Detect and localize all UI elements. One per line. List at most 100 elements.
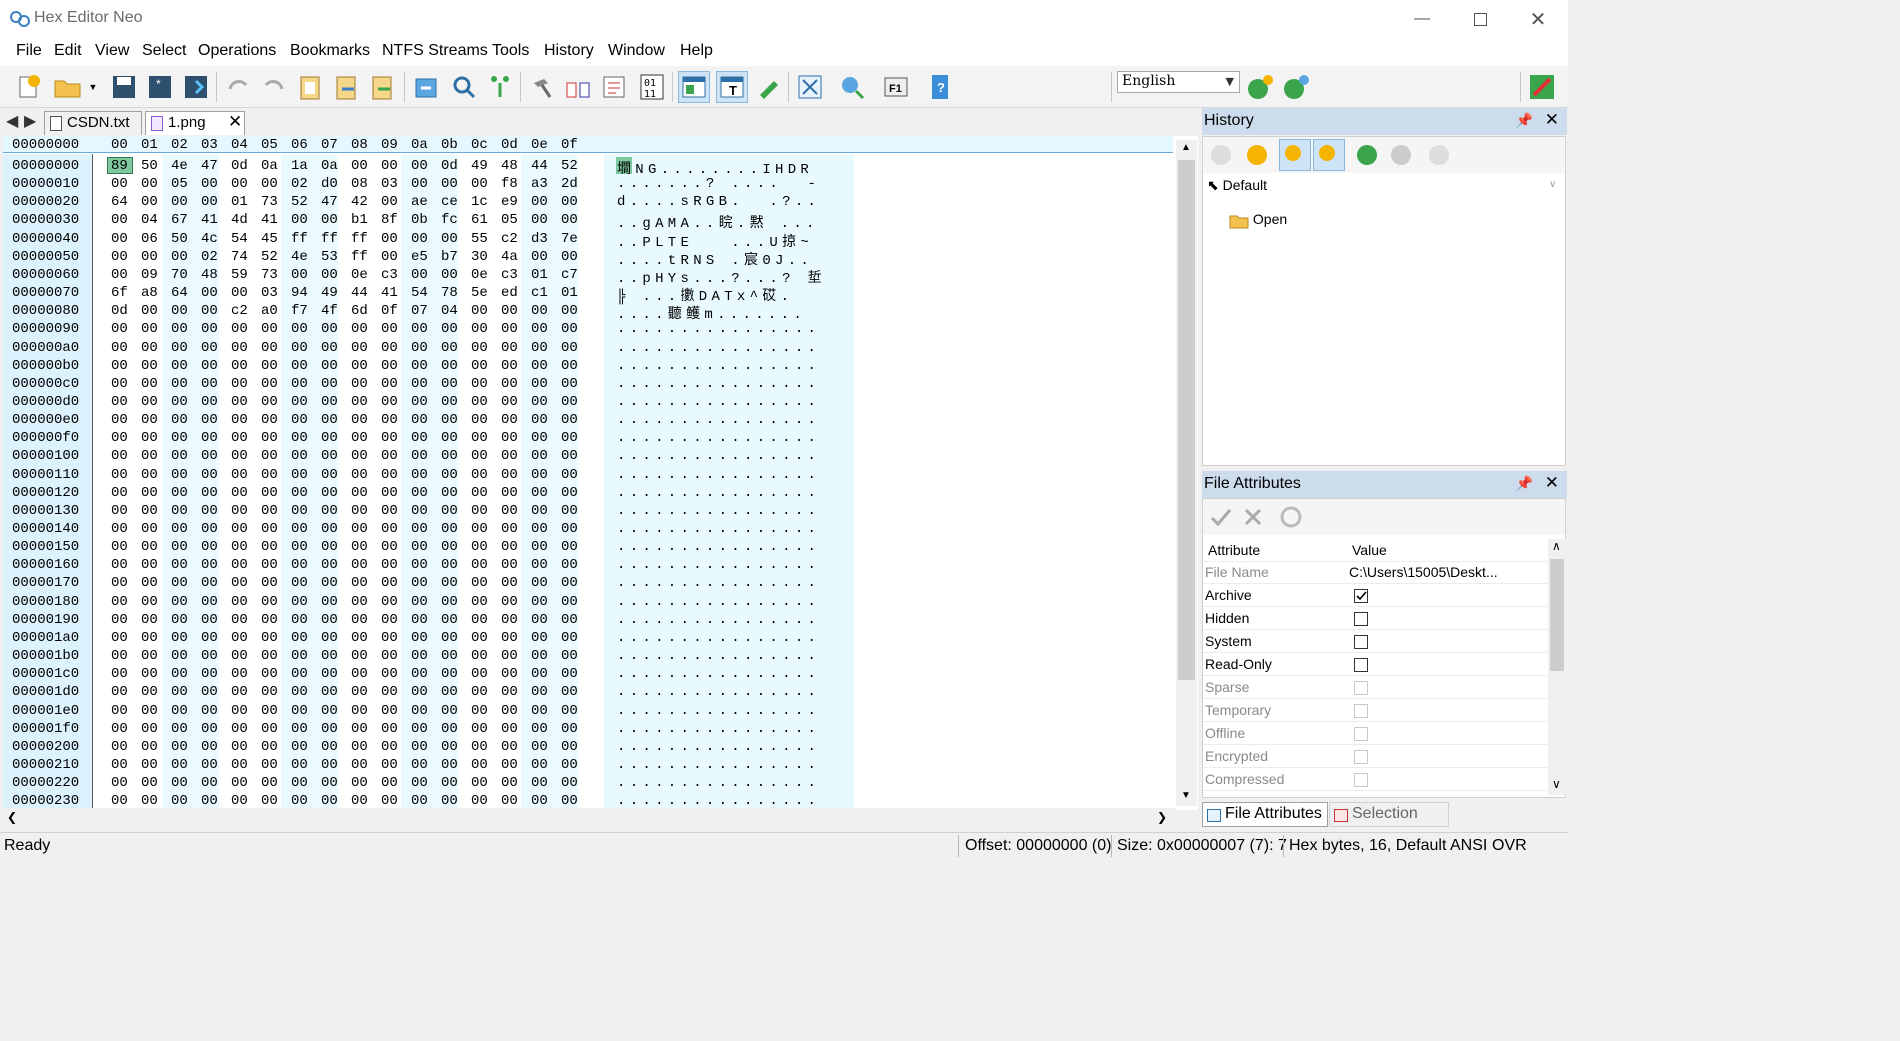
hex-byte[interactable]: 00 xyxy=(201,666,218,682)
hex-byte[interactable]: 00 xyxy=(351,503,368,519)
row-text[interactable]: ................ xyxy=(617,775,820,791)
hex-byte[interactable]: 00 xyxy=(441,703,458,719)
hex-view-toggle[interactable] xyxy=(678,71,710,103)
hex-byte[interactable]: 00 xyxy=(411,358,428,374)
hex-byte[interactable]: 00 xyxy=(261,793,278,809)
hex-byte[interactable]: 00 xyxy=(441,575,458,591)
scroll-up-icon[interactable]: ▲ xyxy=(1181,142,1191,153)
hex-byte[interactable]: 00 xyxy=(501,358,518,374)
hex-byte[interactable]: 00 xyxy=(471,557,488,573)
hex-byte[interactable]: 00 xyxy=(111,521,128,537)
hex-byte[interactable]: 00 xyxy=(321,321,338,337)
hex-byte[interactable]: 00 xyxy=(261,594,278,610)
hex-byte[interactable]: 55 xyxy=(471,231,488,247)
hex-byte[interactable]: 00 xyxy=(111,575,128,591)
hex-byte[interactable]: 00 xyxy=(441,430,458,446)
hex-byte[interactable]: 00 xyxy=(291,376,308,392)
hex-byte[interactable]: 00 xyxy=(381,793,398,809)
hex-byte[interactable]: 00 xyxy=(381,521,398,537)
hex-byte[interactable]: 00 xyxy=(501,575,518,591)
hex-byte[interactable]: 61 xyxy=(471,212,488,228)
hex-byte[interactable]: 00 xyxy=(381,194,398,210)
hex-byte[interactable]: 00 xyxy=(171,303,188,319)
hex-byte[interactable]: ae xyxy=(411,194,428,210)
hex-byte[interactable]: 00 xyxy=(501,340,518,356)
hex-byte[interactable]: 00 xyxy=(261,467,278,483)
hex-byte[interactable]: 00 xyxy=(261,703,278,719)
hex-byte[interactable]: 00 xyxy=(171,376,188,392)
hex-byte[interactable]: 00 xyxy=(231,448,248,464)
hex-byte[interactable]: 44 xyxy=(351,285,368,301)
hex-byte[interactable]: 00 xyxy=(351,321,368,337)
hex-byte[interactable]: 4e xyxy=(171,158,188,174)
hex-byte[interactable]: 0a xyxy=(261,158,278,174)
hex-byte[interactable]: 59 xyxy=(231,267,248,283)
hex-byte[interactable]: 00 xyxy=(531,594,548,610)
hex-byte[interactable]: 00 xyxy=(501,648,518,664)
hex-byte[interactable]: 00 xyxy=(381,575,398,591)
hex-byte[interactable]: 00 xyxy=(141,539,158,555)
hex-byte[interactable]: 00 xyxy=(441,521,458,537)
undo-button[interactable] xyxy=(222,71,254,103)
hex-byte[interactable]: 00 xyxy=(411,539,428,555)
hex-byte[interactable]: ff xyxy=(321,231,338,247)
hex-byte[interactable]: 00 xyxy=(171,412,188,428)
cut-button[interactable] xyxy=(366,71,398,103)
hex-byte[interactable]: f7 xyxy=(291,303,308,319)
hex-byte[interactable]: 00 xyxy=(411,467,428,483)
hex-byte[interactable]: 00 xyxy=(141,176,158,192)
hex-byte[interactable]: 0d xyxy=(111,303,128,319)
hex-byte[interactable]: 00 xyxy=(381,321,398,337)
hex-byte[interactable]: 00 xyxy=(171,648,188,664)
hex-byte[interactable]: 00 xyxy=(381,485,398,501)
hex-byte[interactable]: 00 xyxy=(471,376,488,392)
hex-byte[interactable]: 00 xyxy=(351,793,368,809)
hex-byte[interactable]: 00 xyxy=(261,684,278,700)
hex-byte[interactable]: 00 xyxy=(411,430,428,446)
hex-byte[interactable]: 00 xyxy=(561,575,578,591)
hex-byte[interactable]: 00 xyxy=(561,430,578,446)
horizontal-scrollbar[interactable]: ❮ ❯ xyxy=(3,808,1176,828)
hex-byte[interactable]: 1c xyxy=(471,194,488,210)
hex-byte[interactable]: 00 xyxy=(411,793,428,809)
hex-byte[interactable]: 00 xyxy=(501,757,518,773)
hex-byte[interactable]: 00 xyxy=(471,684,488,700)
hex-byte[interactable]: 00 xyxy=(441,557,458,573)
hex-byte[interactable]: 0b xyxy=(411,212,428,228)
hex-byte[interactable]: 00 xyxy=(141,521,158,537)
hex-byte[interactable]: 45 xyxy=(261,231,278,247)
hex-byte[interactable]: 00 xyxy=(321,448,338,464)
hex-byte[interactable]: 00 xyxy=(501,612,518,628)
hex-byte[interactable]: 00 xyxy=(471,793,488,809)
hex-byte[interactable]: 05 xyxy=(501,212,518,228)
hex-byte[interactable]: 00 xyxy=(291,739,308,755)
hex-byte[interactable]: 00 xyxy=(171,358,188,374)
hex-byte[interactable]: a3 xyxy=(531,176,548,192)
hex-byte[interactable]: 07 xyxy=(411,303,428,319)
hex-byte[interactable]: 00 xyxy=(111,376,128,392)
hex-byte[interactable]: 7e xyxy=(561,231,578,247)
hex-byte[interactable]: 00 xyxy=(531,448,548,464)
hex-byte[interactable]: 00 xyxy=(231,467,248,483)
hex-byte[interactable]: c3 xyxy=(501,267,518,283)
hex-byte[interactable]: 00 xyxy=(171,503,188,519)
hex-byte[interactable]: 00 xyxy=(231,630,248,646)
hex-byte[interactable]: 00 xyxy=(111,739,128,755)
hex-byte[interactable]: 00 xyxy=(171,739,188,755)
hex-byte[interactable]: 00 xyxy=(111,267,128,283)
hex-byte[interactable]: 00 xyxy=(441,757,458,773)
hex-byte[interactable]: 00 xyxy=(471,739,488,755)
hex-byte[interactable]: 00 xyxy=(231,648,248,664)
hex-byte[interactable]: 00 xyxy=(471,721,488,737)
hex-byte[interactable]: 00 xyxy=(561,630,578,646)
hex-byte[interactable]: 00 xyxy=(561,249,578,265)
hex-byte[interactable]: 00 xyxy=(501,503,518,519)
hex-byte[interactable]: 00 xyxy=(381,703,398,719)
history-clear-button[interactable] xyxy=(1241,139,1273,171)
hex-byte[interactable]: 0e xyxy=(471,267,488,283)
hex-byte[interactable]: 00 xyxy=(291,612,308,628)
hex-byte[interactable]: 00 xyxy=(441,358,458,374)
hex-byte[interactable]: 00 xyxy=(441,176,458,192)
hex-byte[interactable]: 00 xyxy=(531,485,548,501)
hex-byte[interactable]: 00 xyxy=(231,321,248,337)
